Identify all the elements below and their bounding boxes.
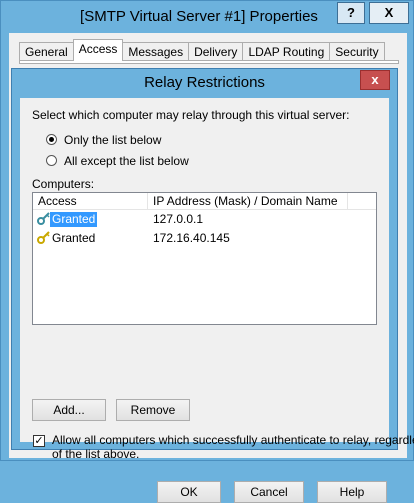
key-icon	[37, 212, 50, 225]
help-button[interactable]: Help	[317, 481, 387, 503]
radio-only-list-label[interactable]: Only the list below	[64, 133, 161, 147]
close-button[interactable]: x	[360, 70, 390, 90]
dialog-title: Relay Restrictions	[144, 74, 265, 91]
list-row[interactable]: Granted 127.0.0.1	[33, 211, 376, 229]
authenticate-relay-label-1[interactable]: Allow all computers which successfully a…	[52, 433, 414, 447]
address-cell: 127.0.0.1	[153, 212, 204, 226]
radio-all-except-label[interactable]: All except the list below	[64, 154, 189, 168]
close-button-properties[interactable]: X	[369, 2, 409, 24]
properties-title-text: [SMTP Virtual Server #1] Properties	[80, 8, 318, 25]
help-button-titlebar[interactable]: ?	[337, 2, 365, 24]
computers-label: Computers:	[32, 177, 95, 191]
key-icon	[37, 231, 50, 244]
tab-access[interactable]: Access	[72, 39, 124, 61]
relay-instruction: Select which computer may relay through …	[32, 108, 350, 122]
tab-messages[interactable]: Messages	[122, 42, 190, 61]
relay-restrictions-dialog: Relay Restrictions x Select which comput…	[11, 68, 414, 503]
column-header-access[interactable]: Access	[33, 193, 148, 210]
list-row[interactable]: Granted 172.16.40.145	[33, 230, 376, 248]
computers-list[interactable]: Access IP Address (Mask) / Domain Name G…	[32, 192, 377, 325]
dialog-client-area: Select which computer may relay through …	[20, 98, 414, 503]
tab-ldap-routing[interactable]: LDAP Routing	[242, 42, 331, 61]
authenticate-relay-label-2[interactable]: of the list above.	[52, 447, 139, 461]
properties-window: [SMTP Virtual Server #1] Properties ? X …	[0, 0, 414, 503]
remove-button[interactable]: Remove	[116, 399, 190, 421]
tab-delivery[interactable]: Delivery	[188, 42, 244, 61]
add-button[interactable]: Add...	[32, 399, 106, 421]
tab-general[interactable]: General	[19, 42, 74, 61]
list-header: Access IP Address (Mask) / Domain Name	[33, 193, 376, 210]
tab-security[interactable]: Security	[329, 42, 385, 61]
access-cell: Granted	[50, 212, 98, 227]
access-cell: Granted	[52, 231, 96, 245]
address-cell: 172.16.40.145	[153, 231, 230, 245]
ok-button[interactable]: OK	[157, 481, 221, 503]
radio-only-list[interactable]	[46, 134, 57, 145]
tab-strip: General Access Messages Delivery LDAP Ro…	[19, 39, 385, 61]
radio-all-except[interactable]	[46, 155, 57, 166]
cancel-button[interactable]: Cancel	[234, 481, 304, 503]
column-header-address[interactable]: IP Address (Mask) / Domain Name	[148, 193, 348, 210]
authenticate-relay-checkbox[interactable]: ✓	[33, 435, 45, 447]
